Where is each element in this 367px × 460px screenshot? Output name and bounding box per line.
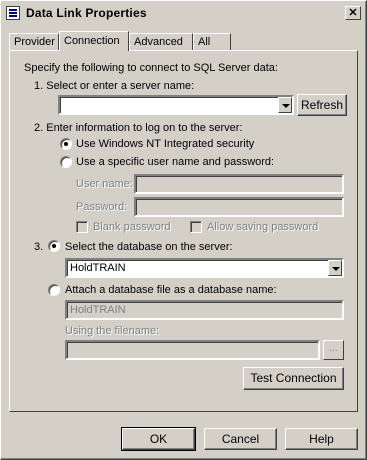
attach-db-input[interactable]: HoldTRAIN — [65, 300, 344, 320]
filename-input[interactable] — [65, 340, 320, 360]
allow-saving-checkbox[interactable] — [190, 221, 202, 233]
specific-user-label: Use a specific user name and password: — [76, 156, 275, 168]
password-label: Password: — [76, 201, 128, 213]
select-db-radio[interactable] — [48, 240, 60, 252]
password-input[interactable] — [134, 197, 344, 217]
browse-button[interactable]: ... — [323, 340, 344, 360]
tab-provider[interactable]: Provider — [9, 33, 59, 50]
nt-security-radio[interactable] — [60, 138, 72, 150]
select-db-label: Select the database on the server: — [65, 241, 233, 253]
tab-connection[interactable]: Connection — [59, 31, 129, 51]
nt-security-label: Use Windows NT Integrated security — [76, 138, 255, 150]
ok-button[interactable]: OK — [121, 427, 196, 451]
chevron-down-icon[interactable] — [278, 97, 292, 113]
database-combo[interactable]: HoldTRAIN — [65, 258, 344, 278]
attach-db-label: Attach a database file as a database nam… — [65, 284, 277, 296]
window-title: Data Link Properties — [26, 6, 147, 20]
tab-all[interactable]: All — [193, 33, 231, 50]
cancel-button[interactable]: Cancel — [204, 428, 277, 450]
attach-db-radio[interactable] — [48, 284, 60, 296]
step2-label: 2. Enter information to log on to the se… — [34, 122, 243, 134]
title-bar[interactable]: Data Link Properties ✕ — [4, 4, 363, 22]
help-button[interactable]: Help — [285, 428, 358, 450]
intro-text: Specify the following to connect to SQL … — [24, 62, 278, 74]
username-label: User name: — [76, 178, 133, 190]
database-value: HoldTRAIN — [70, 262, 126, 274]
refresh-button[interactable]: Refresh — [297, 94, 347, 116]
username-input[interactable] — [134, 174, 344, 194]
tab-advanced[interactable]: Advanced — [129, 33, 193, 50]
attach-db-value: HoldTRAIN — [70, 304, 126, 316]
allow-saving-label: Allow saving password — [207, 221, 319, 233]
close-button[interactable]: ✕ — [345, 6, 361, 20]
dialog-window: Data Link Properties ✕ Provider Connecti… — [0, 0, 367, 460]
using-filename-label: Using the filename: — [65, 325, 160, 337]
step1-label: 1. Select or enter a server name: — [34, 80, 195, 92]
chevron-down-icon[interactable] — [328, 260, 342, 276]
blank-password-checkbox[interactable] — [76, 221, 88, 233]
data-link-icon — [6, 6, 20, 20]
step3-number: 3. — [34, 241, 44, 253]
specific-user-radio[interactable] — [60, 156, 72, 168]
server-name-combo[interactable] — [58, 95, 294, 115]
test-connection-button[interactable]: Test Connection — [243, 367, 344, 390]
blank-password-label: Blank password — [93, 221, 171, 233]
